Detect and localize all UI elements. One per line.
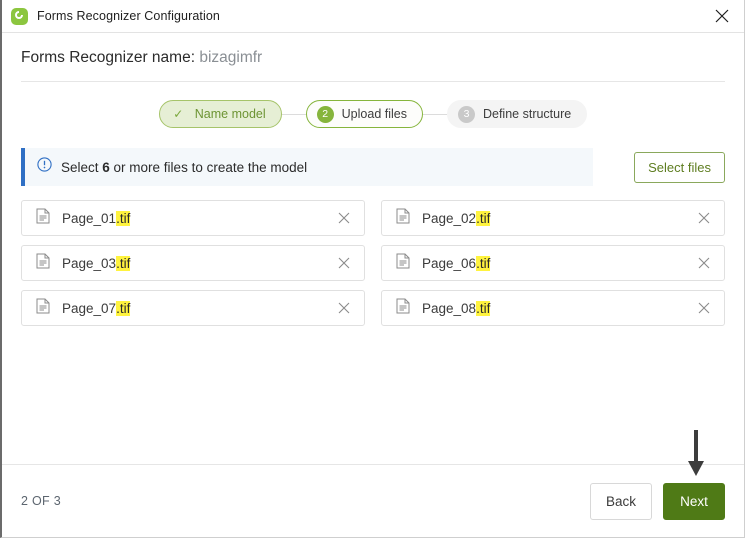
info-message-count: 6 — [102, 159, 110, 175]
step-connector — [281, 113, 306, 115]
file-extension: .tif — [476, 300, 491, 316]
list-item[interactable]: Page_01.tif — [21, 200, 365, 236]
list-item[interactable]: Page_08.tif — [381, 290, 725, 326]
step-number-badge: 3 — [457, 105, 475, 123]
info-message: Select 6 or more files to create the mod… — [61, 160, 307, 175]
step-upload-files[interactable]: 2 Upload files — [305, 100, 423, 128]
info-message-suffix: or more files to create the model — [109, 159, 308, 175]
page-title: Forms Recognizer name: bizagimfr — [21, 49, 725, 67]
back-button[interactable]: Back — [590, 482, 652, 520]
recognizer-name-label: Forms Recognizer name: — [21, 49, 196, 66]
file-basename: Page_08 — [422, 300, 477, 316]
info-banner: Select 6 or more files to create the mod… — [21, 148, 593, 186]
document-icon — [36, 298, 50, 319]
remove-file-button[interactable] — [334, 208, 354, 228]
selected-files-list: Page_01.tif Page_02.tif Page_03.tif Page… — [21, 200, 725, 326]
file-name: Page_06.tif — [422, 255, 491, 271]
check-icon: ✓ — [173, 107, 184, 121]
file-name: Page_07.tif — [62, 300, 131, 316]
list-item[interactable]: Page_02.tif — [381, 200, 725, 236]
remove-file-button[interactable] — [334, 253, 354, 273]
file-extension: .tif — [116, 255, 131, 271]
step-connector — [422, 113, 447, 115]
info-message-prefix: Select — [61, 159, 103, 175]
document-icon — [36, 208, 50, 229]
file-extension: .tif — [476, 210, 491, 226]
remove-file-button[interactable] — [334, 298, 354, 318]
file-name: Page_03.tif — [62, 255, 131, 271]
file-basename: Page_03 — [62, 255, 117, 271]
document-icon — [396, 253, 410, 274]
document-icon — [396, 298, 410, 319]
step-define-structure-label: Define structure — [482, 107, 572, 121]
step-define-structure[interactable]: 3 Define structure — [446, 100, 588, 128]
file-basename: Page_06 — [422, 255, 477, 271]
remove-file-button[interactable] — [694, 253, 714, 273]
file-extension: .tif — [476, 255, 491, 271]
document-icon — [396, 208, 410, 229]
file-extension: .tif — [116, 300, 131, 316]
forms-recognizer-dialog: Forms Recognizer Configuration Forms Rec… — [0, 0, 745, 538]
list-item[interactable]: Page_03.tif — [21, 245, 365, 281]
select-files-button[interactable]: Select files — [634, 151, 725, 183]
window-title: Forms Recognizer Configuration — [37, 9, 220, 23]
forms-recognizer-icon — [11, 7, 28, 25]
footer-actions: Back Next — [590, 482, 725, 520]
list-item[interactable]: Page_07.tif — [21, 290, 365, 326]
file-basename: Page_07 — [62, 300, 117, 316]
step-name-model[interactable]: ✓ Name model — [158, 100, 282, 128]
wizard-page-count: 2 OF 3 — [21, 494, 62, 508]
file-basename: Page_02 — [422, 210, 477, 226]
step-upload-files-label: Upload files — [341, 107, 407, 121]
file-basename: Page_01 — [62, 210, 117, 226]
list-item[interactable]: Page_06.tif — [381, 245, 725, 281]
close-icon[interactable] — [699, 0, 744, 31]
step-number-badge: 2 — [316, 105, 334, 123]
step-name-model-label: Name model — [194, 107, 266, 121]
dialog-footer: 2 OF 3 Back Next — [2, 465, 744, 537]
file-extension: .tif — [116, 210, 131, 226]
file-name: Page_08.tif — [422, 300, 491, 316]
recognizer-name-value: bizagimfr — [199, 49, 263, 66]
info-row: Select 6 or more files to create the mod… — [21, 148, 725, 186]
document-icon — [36, 253, 50, 274]
file-name: Page_02.tif — [422, 210, 491, 226]
file-name: Page_01.tif — [62, 210, 131, 226]
header-section: Forms Recognizer name: bizagimfr — [2, 33, 744, 82]
dialog-body: Forms Recognizer name: bizagimfr ✓ Name … — [2, 33, 744, 537]
info-circle-icon — [37, 157, 52, 177]
remove-file-button[interactable] — [694, 208, 714, 228]
remove-file-button[interactable] — [694, 298, 714, 318]
next-button[interactable]: Next — [663, 482, 725, 520]
title-bar: Forms Recognizer Configuration — [2, 0, 744, 33]
wizard-stepper: ✓ Name model 2 Upload files 3 Define str… — [2, 99, 744, 129]
